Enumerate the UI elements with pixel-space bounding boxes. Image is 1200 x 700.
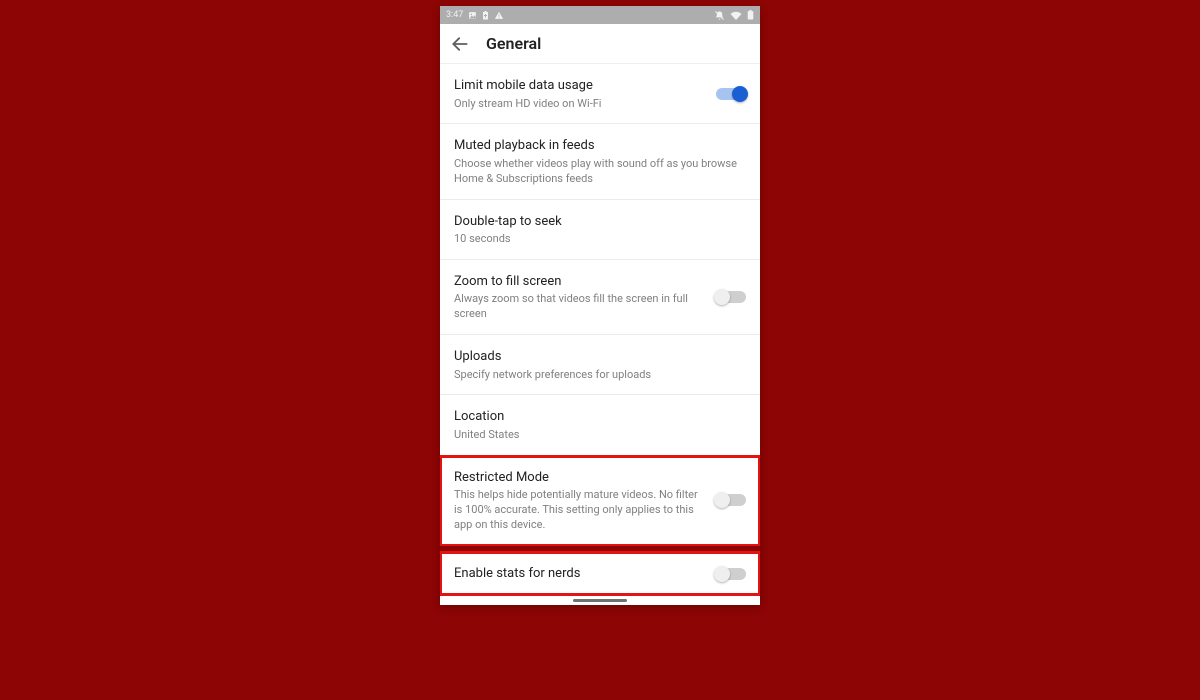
setting-subtitle: Specify network preferences for uploads — [454, 368, 746, 383]
setting-subtitle: Choose whether videos play with sound of… — [454, 157, 746, 187]
setting-title: Uploads — [454, 347, 746, 367]
back-button[interactable] — [450, 34, 470, 54]
setting-limit-mobile-data[interactable]: Limit mobile data usage Only stream HD v… — [440, 64, 760, 124]
home-indicator — [440, 595, 760, 605]
setting-location[interactable]: Location United States — [440, 395, 760, 455]
setting-title: Enable stats for nerds — [454, 564, 706, 584]
setting-subtitle: United States — [454, 428, 746, 443]
toggle-limit-mobile-data[interactable] — [716, 88, 746, 100]
setting-title: Double-tap to seek — [454, 212, 746, 232]
setting-zoom-fill[interactable]: Zoom to fill screen Always zoom so that … — [440, 260, 760, 335]
settings-list: Limit mobile data usage Only stream HD v… — [440, 64, 760, 595]
setting-subtitle: Always zoom so that videos fill the scre… — [454, 292, 706, 322]
setting-title: Location — [454, 407, 746, 427]
app-bar: General — [440, 24, 760, 64]
setting-title: Restricted Mode — [454, 468, 706, 488]
setting-uploads[interactable]: Uploads Specify network preferences for … — [440, 335, 760, 395]
image-icon — [468, 11, 477, 20]
setting-title: Zoom to fill screen — [454, 272, 706, 292]
toggle-zoom-fill[interactable] — [716, 291, 746, 303]
setting-double-tap-seek[interactable]: Double-tap to seek 10 seconds — [440, 200, 760, 260]
phone-frame: 3:47 General — [440, 6, 760, 605]
setting-stats-for-nerds[interactable]: Enable stats for nerds — [440, 552, 760, 596]
setting-subtitle: Only stream HD video on Wi-Fi — [454, 97, 706, 112]
setting-subtitle: 10 seconds — [454, 232, 746, 247]
status-bar: 3:47 — [440, 6, 760, 24]
setting-muted-playback[interactable]: Muted playback in feeds Choose whether v… — [440, 124, 760, 199]
page-title: General — [486, 34, 541, 53]
wifi-icon — [730, 11, 742, 20]
warning-icon — [494, 11, 504, 20]
setting-subtitle: This helps hide potentially mature video… — [454, 488, 706, 533]
setting-title: Limit mobile data usage — [454, 76, 706, 96]
dnd-icon — [714, 10, 725, 21]
battery-icon — [747, 10, 754, 20]
toggle-stats-for-nerds[interactable] — [716, 568, 746, 580]
setting-title: Muted playback in feeds — [454, 136, 746, 156]
battery-saver-icon — [482, 11, 489, 20]
status-time: 3:47 — [446, 10, 463, 20]
setting-restricted-mode[interactable]: Restricted Mode This helps hide potentia… — [440, 456, 760, 546]
toggle-restricted-mode[interactable] — [716, 494, 746, 506]
